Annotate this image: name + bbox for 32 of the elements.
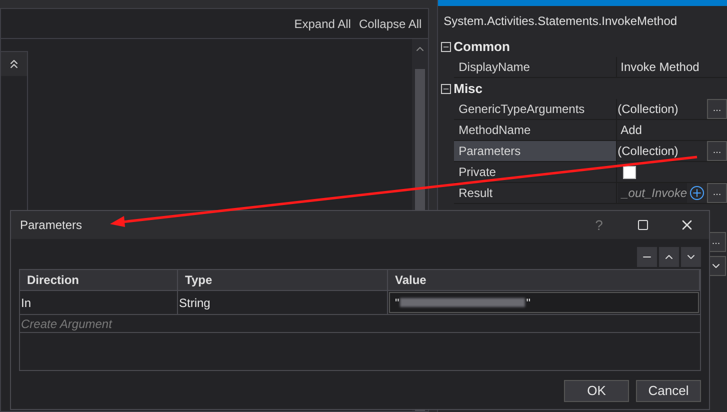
property-value: Invoke Method bbox=[620, 59, 700, 76]
cancel-button[interactable]: Cancel bbox=[636, 380, 701, 402]
create-argument-placeholder[interactable]: Create Argument bbox=[20, 314, 112, 332]
expand-all-button[interactable]: Expand All bbox=[294, 14, 351, 32]
move-down-button[interactable] bbox=[681, 247, 701, 267]
ellipsis-button[interactable]: ... bbox=[707, 99, 727, 119]
move-up-button[interactable] bbox=[659, 247, 679, 267]
collapse-toggle[interactable] bbox=[440, 42, 451, 52]
value-field[interactable]: " " bbox=[389, 292, 699, 313]
quote-mark: " bbox=[526, 294, 531, 312]
property-value: Add bbox=[620, 122, 642, 139]
dialog-title: Parameters bbox=[20, 217, 84, 234]
collapse-all-button[interactable]: Collapse All bbox=[358, 14, 422, 32]
variable-field[interactable]: _out_Invoke bbox=[618, 183, 687, 203]
ellipsis-button[interactable]: ... bbox=[707, 183, 727, 203]
category-label: Common bbox=[454, 38, 510, 56]
table-cell[interactable]: In bbox=[20, 291, 178, 314]
column-header[interactable]: Value bbox=[388, 270, 700, 290]
category-label: Misc bbox=[454, 80, 483, 98]
maximize-icon bbox=[637, 219, 649, 231]
property-name[interactable]: Parameters bbox=[454, 141, 616, 161]
property-value: (Collection) bbox=[618, 101, 680, 118]
ok-button[interactable]: OK bbox=[564, 380, 629, 402]
collapse-toggle[interactable] bbox=[440, 84, 451, 94]
quote-mark: " bbox=[395, 294, 400, 312]
table-cell[interactable]: String bbox=[178, 291, 388, 314]
ellipsis-button[interactable]: ... bbox=[707, 141, 727, 161]
column-header[interactable]: Type bbox=[178, 270, 388, 290]
column-header[interactable]: Direction bbox=[20, 270, 178, 290]
property-value: (Collection) bbox=[618, 143, 680, 160]
add-variable-icon[interactable] bbox=[690, 186, 704, 200]
checkbox[interactable] bbox=[622, 166, 636, 178]
